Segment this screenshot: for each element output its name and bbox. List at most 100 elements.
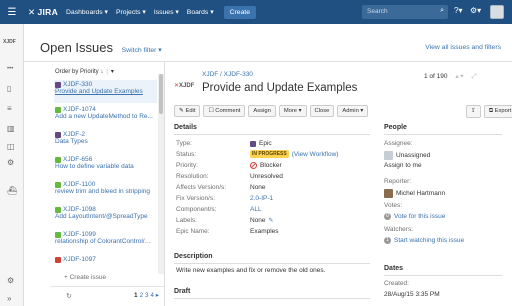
- prev-next-icon[interactable]: ▴ ▾: [455, 73, 463, 80]
- scroll-thumb[interactable]: [159, 74, 163, 114]
- list-item[interactable]: XJDF-330 Provide and Update Examples: [54, 80, 157, 103]
- assignee-value: Unassigned: [384, 151, 430, 160]
- view-all-filters-link[interactable]: View all issues and filters: [425, 44, 501, 51]
- list-item[interactable]: XJDF-1098 Add LayoutIntent/@SpreadType: [54, 205, 157, 228]
- page-3[interactable]: 3: [145, 292, 149, 299]
- divider: [174, 298, 370, 299]
- page-title: Open Issues Switch filter ▾: [40, 40, 162, 55]
- settings-icon[interactable]: ⚙▾: [470, 6, 481, 15]
- components-icon[interactable]: ⚙: [7, 158, 14, 167]
- search-input[interactable]: Search ⌕: [362, 5, 448, 19]
- epic-icon: [55, 81, 61, 88]
- releases-icon[interactable]: ⛴: [7, 186, 17, 195]
- more-button[interactable]: More ▾: [278, 105, 307, 117]
- list-item[interactable]: XJDF-1100 review trim and bleed in strip…: [54, 180, 157, 203]
- avatar: [384, 151, 393, 160]
- page-2[interactable]: 2: [139, 292, 143, 299]
- app-switcher-icon[interactable]: ☰: [0, 0, 24, 24]
- menu-dashboards[interactable]: Dashboards ▾: [66, 8, 108, 16]
- story-icon: [55, 206, 61, 213]
- field-label: Component/s:: [176, 206, 217, 213]
- menu-boards[interactable]: Boards ▾: [187, 8, 214, 16]
- reports-icon[interactable]: ▥: [7, 124, 15, 133]
- switch-filter-button[interactable]: Switch filter ▾: [122, 47, 162, 54]
- assignee-label: Assignee:: [384, 140, 413, 147]
- status-badge: IN PROGRESS: [250, 150, 289, 158]
- export-button[interactable]: ⧉ Export ▾: [483, 105, 512, 118]
- refresh-icon[interactable]: ↻: [66, 292, 72, 300]
- divider: [174, 263, 370, 264]
- edit-button[interactable]: ✎ Edit: [174, 105, 201, 117]
- more-icon[interactable]: •••: [7, 66, 13, 72]
- assign-to-me-link[interactable]: Assign to me: [384, 162, 422, 169]
- list-item[interactable]: XJDF-1097: [54, 255, 157, 267]
- page-4[interactable]: 4: [150, 292, 154, 299]
- view-workflow-link[interactable]: (View Workflow): [292, 151, 339, 158]
- watch-link[interactable]: Start watching this issue: [394, 237, 464, 244]
- list-scrollbar[interactable]: [158, 74, 164, 274]
- people-heading: People: [384, 124, 407, 131]
- field-type: Epic: [250, 140, 272, 147]
- watchers-value: 1 Start watching this issue: [384, 237, 464, 244]
- story-icon: [55, 106, 61, 113]
- blocker-icon: [250, 162, 257, 169]
- divider: [384, 134, 502, 135]
- breadcrumb[interactable]: XJDF / XJDF-330: [202, 71, 253, 78]
- menu-projects[interactable]: Projects ▾: [116, 8, 146, 16]
- field-label: Fix Version/s:: [176, 195, 216, 202]
- created-value: 28/Aug/15 3:35 PM: [384, 291, 440, 298]
- backlog-icon[interactable]: ≡: [7, 104, 12, 113]
- page-1[interactable]: 1: [134, 292, 138, 299]
- vote-link[interactable]: Vote for this issue: [394, 213, 445, 220]
- field-affects-version: None: [250, 184, 266, 191]
- next-page-icon[interactable]: ▸: [156, 292, 159, 299]
- description-text[interactable]: Write new examples and fix or remove the…: [176, 267, 325, 274]
- board-icon[interactable]: ▯: [7, 84, 11, 93]
- order-by[interactable]: Order by Priority ↓ | ▾: [55, 68, 114, 75]
- share-icon[interactable]: ⇪: [466, 105, 481, 118]
- pencil-icon[interactable]: ✎: [269, 217, 274, 224]
- issue-detail: ✕XJDF XJDF / XJDF-330 Provide and Update…: [166, 62, 512, 306]
- epic-icon: [55, 131, 61, 138]
- votes-label: Votes:: [384, 202, 403, 209]
- issues-icon[interactable]: ◫: [7, 142, 15, 151]
- list-item[interactable]: XJDF-1074 Add a new UpdateMethod to Re..…: [54, 105, 157, 128]
- bug-icon: [55, 256, 61, 263]
- create-issue-link[interactable]: + Create issue: [64, 274, 106, 281]
- story-icon: [55, 181, 61, 188]
- field-priority: Blocker: [250, 162, 282, 169]
- project-settings-icon[interactable]: ⚙: [7, 276, 14, 285]
- order-direction-caret[interactable]: ▾: [111, 69, 114, 75]
- create-button[interactable]: Create: [223, 5, 257, 19]
- list-item[interactable]: XJDF-2 Data Types: [54, 130, 157, 153]
- collapse-sidebar-icon[interactable]: »: [7, 294, 11, 303]
- assign-button[interactable]: Assign: [248, 105, 276, 117]
- field-component[interactable]: ALL: [250, 206, 262, 213]
- field-fix-version[interactable]: 2.0-IP-1: [250, 195, 273, 202]
- close-button[interactable]: Close: [309, 105, 335, 117]
- list-item[interactable]: XJDF-656 How to define variable data: [54, 155, 157, 178]
- description-heading: Description: [174, 253, 213, 260]
- field-label: Resolution:: [176, 173, 209, 180]
- jira-logo[interactable]: ✕ JIRA: [28, 7, 58, 18]
- comment-button[interactable]: ☐ Comment: [203, 105, 246, 117]
- avatar: [384, 189, 393, 198]
- help-icon[interactable]: ?▾: [454, 6, 462, 15]
- story-icon: [55, 156, 61, 163]
- project-logo[interactable]: XJDF: [3, 39, 21, 53]
- issue-toolbar: ✎ Edit ☐ Comment Assign More ▾ Close Adm…: [174, 105, 369, 117]
- jira-logo-icon: ✕: [28, 6, 36, 17]
- menu-issues[interactable]: Issues ▾: [154, 8, 179, 16]
- watch-count-badge: 1: [384, 237, 391, 244]
- search-icon: ⌕: [440, 7, 444, 14]
- pagination: 1 2 3 4 ▸: [134, 291, 159, 299]
- expand-icon[interactable]: ⤢: [471, 73, 476, 80]
- reporter-value: Michel Hartmann: [384, 189, 445, 198]
- list-item[interactable]: XJDF-1099 relationship of ColorantContro…: [54, 230, 157, 253]
- user-avatar[interactable]: [490, 5, 504, 19]
- field-label: Type:: [176, 140, 192, 147]
- field-labels: None ✎: [250, 217, 274, 224]
- field-label: Affects Version/s:: [176, 184, 227, 191]
- admin-button[interactable]: Admin ▾: [337, 105, 369, 117]
- export-group: ⇪ ⧉ Export ▾: [466, 105, 512, 118]
